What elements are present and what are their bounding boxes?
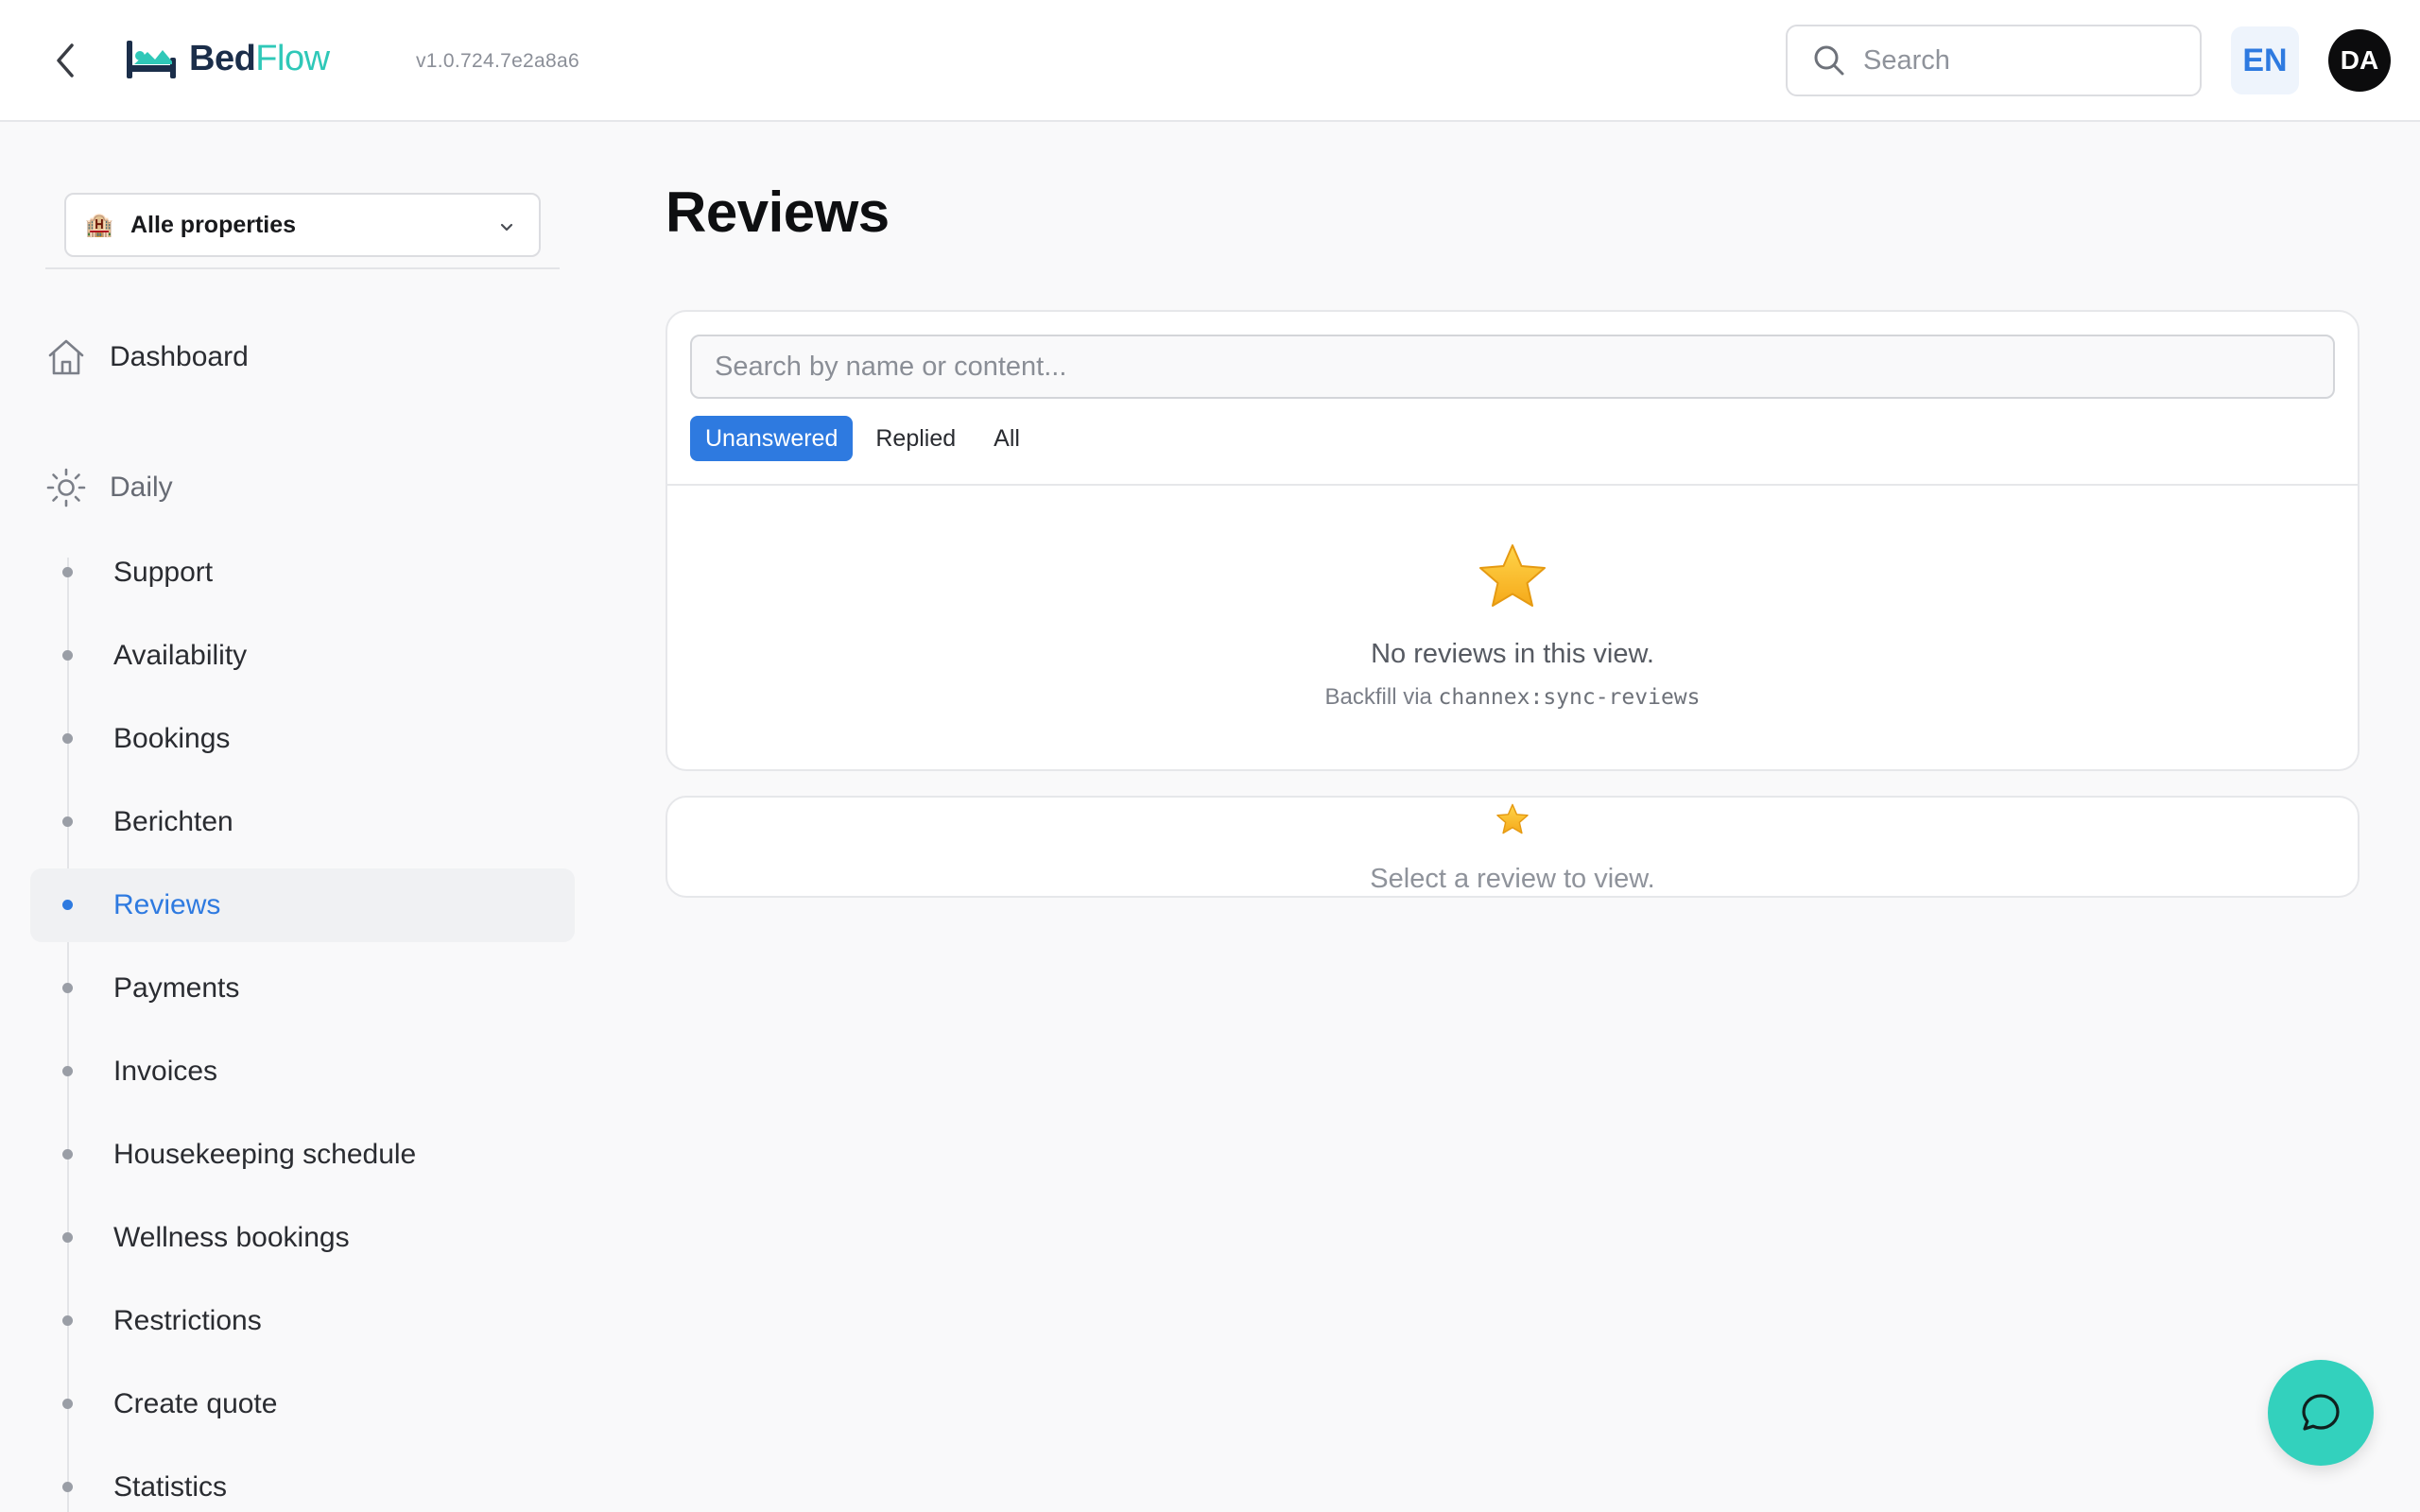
sidebar-item-label: Create quote [113, 1388, 278, 1419]
language-switcher[interactable]: EN [2231, 26, 2299, 94]
home-icon [48, 339, 84, 375]
app-logo[interactable]: BedFlow [125, 32, 330, 85]
bullet-dot [62, 733, 73, 744]
sidebar-item-payments[interactable]: Payments [30, 952, 575, 1025]
sidebar-item-label: Invoices [113, 1056, 218, 1087]
top-bar: BedFlow v1.0.724.7e2a8a6 Search EN DA [0, 0, 2420, 122]
review-search-input[interactable]: Search by name or content... [690, 335, 2335, 399]
sidebar-section-label: Daily [110, 472, 173, 503]
sidebar-item-statistics[interactable]: Statistics [30, 1451, 575, 1512]
review-detail-panel: Select a review to view. [666, 796, 2360, 898]
empty-state-hint: Backfill via channex:sync-reviews [667, 684, 2358, 711]
detail-placeholder: Select a review to view. [1370, 864, 1655, 894]
user-avatar[interactable]: DA [2328, 29, 2391, 92]
sun-icon [46, 468, 86, 507]
bullet-dot [62, 1399, 73, 1409]
sidebar-item-label: Statistics [113, 1471, 228, 1503]
bullet-dot [62, 1482, 73, 1492]
sidebar-item-housekeeping-schedule[interactable]: Housekeeping schedule [30, 1118, 575, 1192]
sidebar-item-invoices[interactable]: Invoices [30, 1035, 575, 1108]
sidebar-item-label: Reviews [113, 889, 221, 920]
search-icon [1814, 45, 1844, 76]
sidebar-item-restrictions[interactable]: Restrictions [30, 1284, 575, 1358]
sidebar-item-create-quote[interactable]: Create quote [30, 1367, 575, 1441]
review-filter-tabs: Unanswered Replied All [690, 416, 1043, 461]
logo-text-bed: Bed [189, 38, 256, 78]
tab-replied[interactable]: Replied [860, 416, 971, 461]
sync-command: channex:sync-reviews [1438, 685, 1701, 710]
global-search-input[interactable]: Search [1786, 25, 2202, 96]
sidebar-item-bookings[interactable]: Bookings [30, 702, 575, 776]
bullet-dot [62, 816, 73, 827]
empty-state-title: No reviews in this view. [1371, 639, 1654, 669]
sidebar-item-reviews[interactable]: Reviews [30, 868, 575, 942]
sidebar-item-label: Payments [113, 972, 240, 1004]
sidebar-item-support[interactable]: Support [30, 536, 575, 610]
global-search-placeholder: Search [1863, 44, 1950, 76]
chevron-left-icon [57, 43, 74, 77]
reviews-list-panel: Search by name or content... Unanswered … [666, 310, 2360, 771]
tab-unanswered[interactable]: Unanswered [690, 416, 854, 461]
empty-state-star [667, 542, 2358, 615]
list-divider [667, 484, 2358, 486]
bullet-dot [62, 650, 73, 661]
detail-star [667, 803, 2358, 840]
chevron-down-icon [500, 223, 513, 232]
property-selector-label: Alle properties [130, 211, 297, 238]
property-selector[interactable]: 🏨 Alle properties [64, 193, 541, 257]
hotel-icon: 🏨 [85, 212, 113, 238]
logo-text-flow: Flow [255, 38, 330, 78]
bullet-dot [62, 567, 73, 577]
sidebar-item-label: Wellness bookings [113, 1222, 350, 1253]
sidebar-item-label: Support [113, 557, 214, 588]
bullet-dot [62, 1066, 73, 1076]
sidebar-item-label: Housekeeping schedule [113, 1139, 417, 1170]
sidebar-item-label: Bookings [113, 723, 231, 754]
star-icon [1496, 803, 1529, 834]
bullet-dot [62, 1149, 73, 1160]
bullet-dot [62, 1232, 73, 1243]
chat-button[interactable] [2268, 1360, 2374, 1466]
sidebar-item-wellness-bookings[interactable]: Wellness bookings [30, 1201, 575, 1275]
back-button[interactable] [47, 38, 83, 83]
sidebar-section-daily[interactable]: Daily [45, 467, 173, 508]
sidebar-item-label: Availability [113, 640, 248, 671]
empty-state-hint-prefix: Backfill via [1324, 684, 1439, 710]
sidebar-item-label: Dashboard [110, 341, 249, 372]
review-search-placeholder: Search by name or content... [715, 351, 1067, 382]
chat-bubble-icon [2302, 1394, 2340, 1431]
sidebar-item-label: Berichten [113, 806, 233, 837]
bullet-dot [62, 1315, 73, 1326]
sidebar-item-dashboard[interactable]: Dashboard [45, 336, 249, 378]
bullet-dot [62, 983, 73, 993]
bullet-dot [62, 900, 73, 910]
sidebar-item-availability[interactable]: Availability [30, 619, 575, 693]
sidebar-divider [45, 267, 560, 269]
version-label: v1.0.724.7e2a8a6 [416, 50, 579, 72]
tab-all[interactable]: All [978, 416, 1035, 461]
logo-wordmark: BedFlow [189, 39, 330, 79]
page-title: Reviews [666, 180, 890, 244]
bed-icon [127, 41, 176, 78]
sidebar-item-berichten[interactable]: Berichten [30, 785, 575, 859]
sidebar-item-label: Restrictions [113, 1305, 262, 1336]
star-icon [1479, 544, 1546, 607]
